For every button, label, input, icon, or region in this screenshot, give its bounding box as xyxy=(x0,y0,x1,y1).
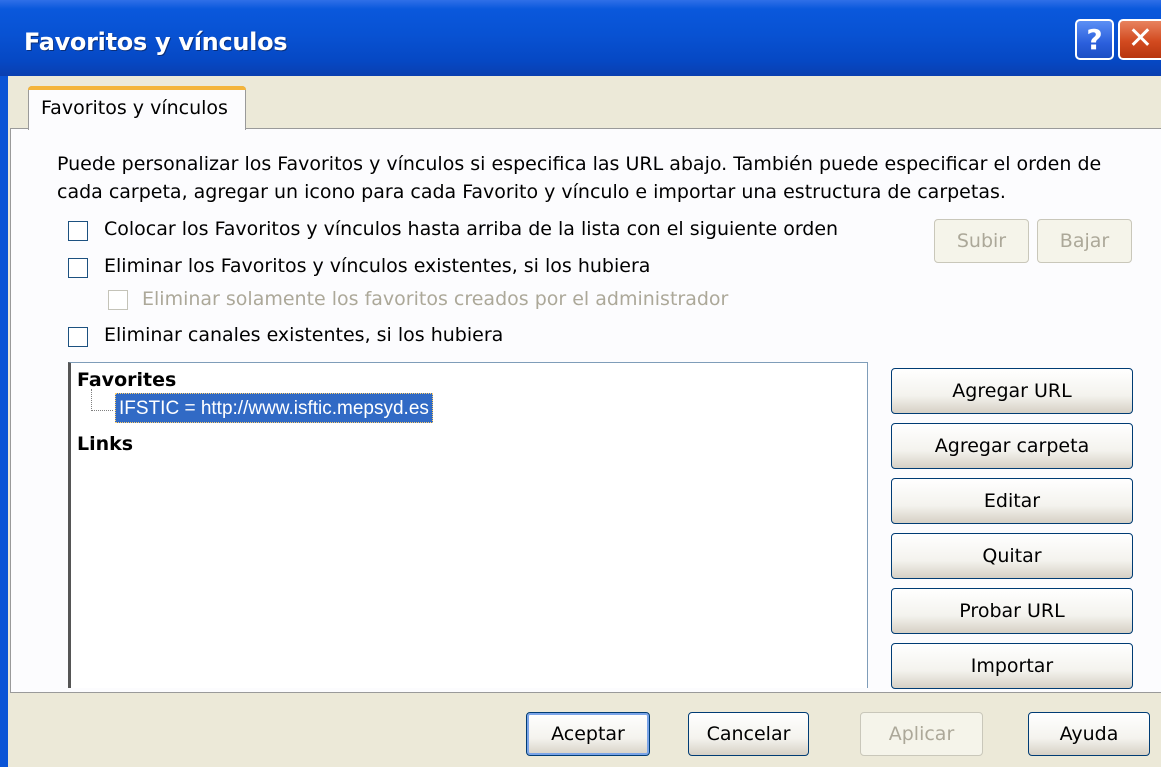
delete-channels-checkbox[interactable] xyxy=(68,327,88,347)
delete-channels-label[interactable]: Eliminar canales existentes, si los hubi… xyxy=(104,324,503,346)
help-icon[interactable]: ? xyxy=(1075,19,1114,60)
window-title: Favoritos y vínculos xyxy=(24,28,288,56)
delete-existing-label[interactable]: Eliminar los Favoritos y vínculos existe… xyxy=(104,255,650,277)
close-icon[interactable]: ✕ xyxy=(1118,19,1161,60)
tree-node-selected-url[interactable]: IFSTIC = http://www.isftic.mepsyd.es xyxy=(115,393,433,423)
tab-accent xyxy=(28,86,246,90)
delete-admin-only-label[interactable]: Eliminar solamente los favoritos creados… xyxy=(142,288,728,310)
apply-button[interactable]: Aplicar xyxy=(860,712,983,756)
add-url-button[interactable]: Agregar URL xyxy=(891,368,1133,414)
description-line-1: Puede personalizar los Favoritos y víncu… xyxy=(57,153,1102,175)
delete-admin-only-checkbox[interactable] xyxy=(108,290,128,310)
tab-label: Favoritos y vínculos xyxy=(41,97,228,119)
dialog-window: Favoritos y vínculos ? ✕ Favoritos y vín… xyxy=(0,0,1161,767)
cancel-button[interactable]: Cancelar xyxy=(688,712,809,756)
description-text: Puede personalizar los Favoritos y víncu… xyxy=(57,150,1101,206)
edit-button[interactable]: Editar xyxy=(891,478,1133,524)
test-url-button[interactable]: Probar URL xyxy=(891,588,1133,634)
favorites-tree[interactable]: Favorites IFSTIC = http://www.isftic.mep… xyxy=(68,362,868,688)
remove-button[interactable]: Quitar xyxy=(891,533,1133,579)
window-frame-left xyxy=(0,76,8,767)
tree-connector xyxy=(91,410,113,411)
ok-button[interactable]: Aceptar xyxy=(526,712,650,756)
place-on-top-checkbox[interactable] xyxy=(68,221,88,241)
import-button[interactable]: Importar xyxy=(891,643,1133,689)
place-on-top-label[interactable]: Colocar los Favoritos y vínculos hasta a… xyxy=(104,218,838,240)
delete-existing-checkbox[interactable] xyxy=(68,258,88,278)
description-line-2: cada carpeta, agregar un icono para cada… xyxy=(57,181,1006,203)
help-button[interactable]: Ayuda xyxy=(1028,712,1150,756)
tab-favorites-links[interactable]: Favoritos y vínculos xyxy=(28,86,246,130)
tree-connector xyxy=(91,389,92,411)
add-folder-button[interactable]: Agregar carpeta xyxy=(891,423,1133,469)
tree-node-favorites[interactable]: Favorites xyxy=(77,369,176,391)
move-up-button[interactable]: Subir xyxy=(934,219,1029,263)
title-bar[interactable]: Favoritos y vínculos ? ✕ xyxy=(0,0,1161,76)
move-down-button[interactable]: Bajar xyxy=(1037,219,1132,263)
tree-node-links[interactable]: Links xyxy=(77,433,133,455)
